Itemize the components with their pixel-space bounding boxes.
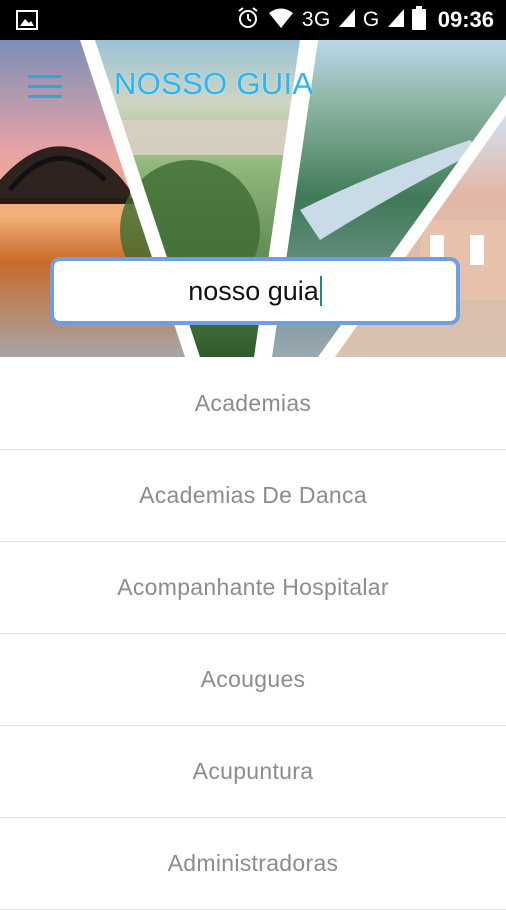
- image-notification-icon: [16, 10, 38, 35]
- status-bar: 3G G 09:36: [0, 0, 506, 40]
- network-type-label-2: G: [362, 8, 380, 31]
- battery-icon: [411, 5, 426, 35]
- signal-icon: [338, 8, 355, 32]
- list-item[interactable]: Acupuntura: [0, 726, 506, 818]
- signal-icon-2: [387, 8, 404, 32]
- header-banner: NOSSO GUIA nosso guia: [0, 40, 506, 357]
- list-item[interactable]: Academias De Danca: [0, 450, 506, 542]
- hamburger-menu-icon[interactable]: [28, 70, 62, 100]
- wifi-icon: [268, 7, 294, 34]
- network-type-label: 3G: [301, 8, 331, 31]
- alarm-icon: [236, 6, 260, 35]
- list-item[interactable]: Acougues: [0, 634, 506, 726]
- list-item[interactable]: Academias: [0, 357, 506, 450]
- list-item[interactable]: Administradoras: [0, 818, 506, 910]
- search-input[interactable]: nosso guia: [50, 257, 460, 325]
- list-item[interactable]: Acompanhante Hospitalar: [0, 542, 506, 634]
- text-cursor: [319, 276, 322, 306]
- search-input-value: nosso guia: [188, 275, 319, 306]
- app-title: NOSSO GUIA: [114, 66, 314, 101]
- category-list: Academias Academias De Danca Acompanhant…: [0, 357, 506, 910]
- clock: 09:36: [437, 7, 494, 32]
